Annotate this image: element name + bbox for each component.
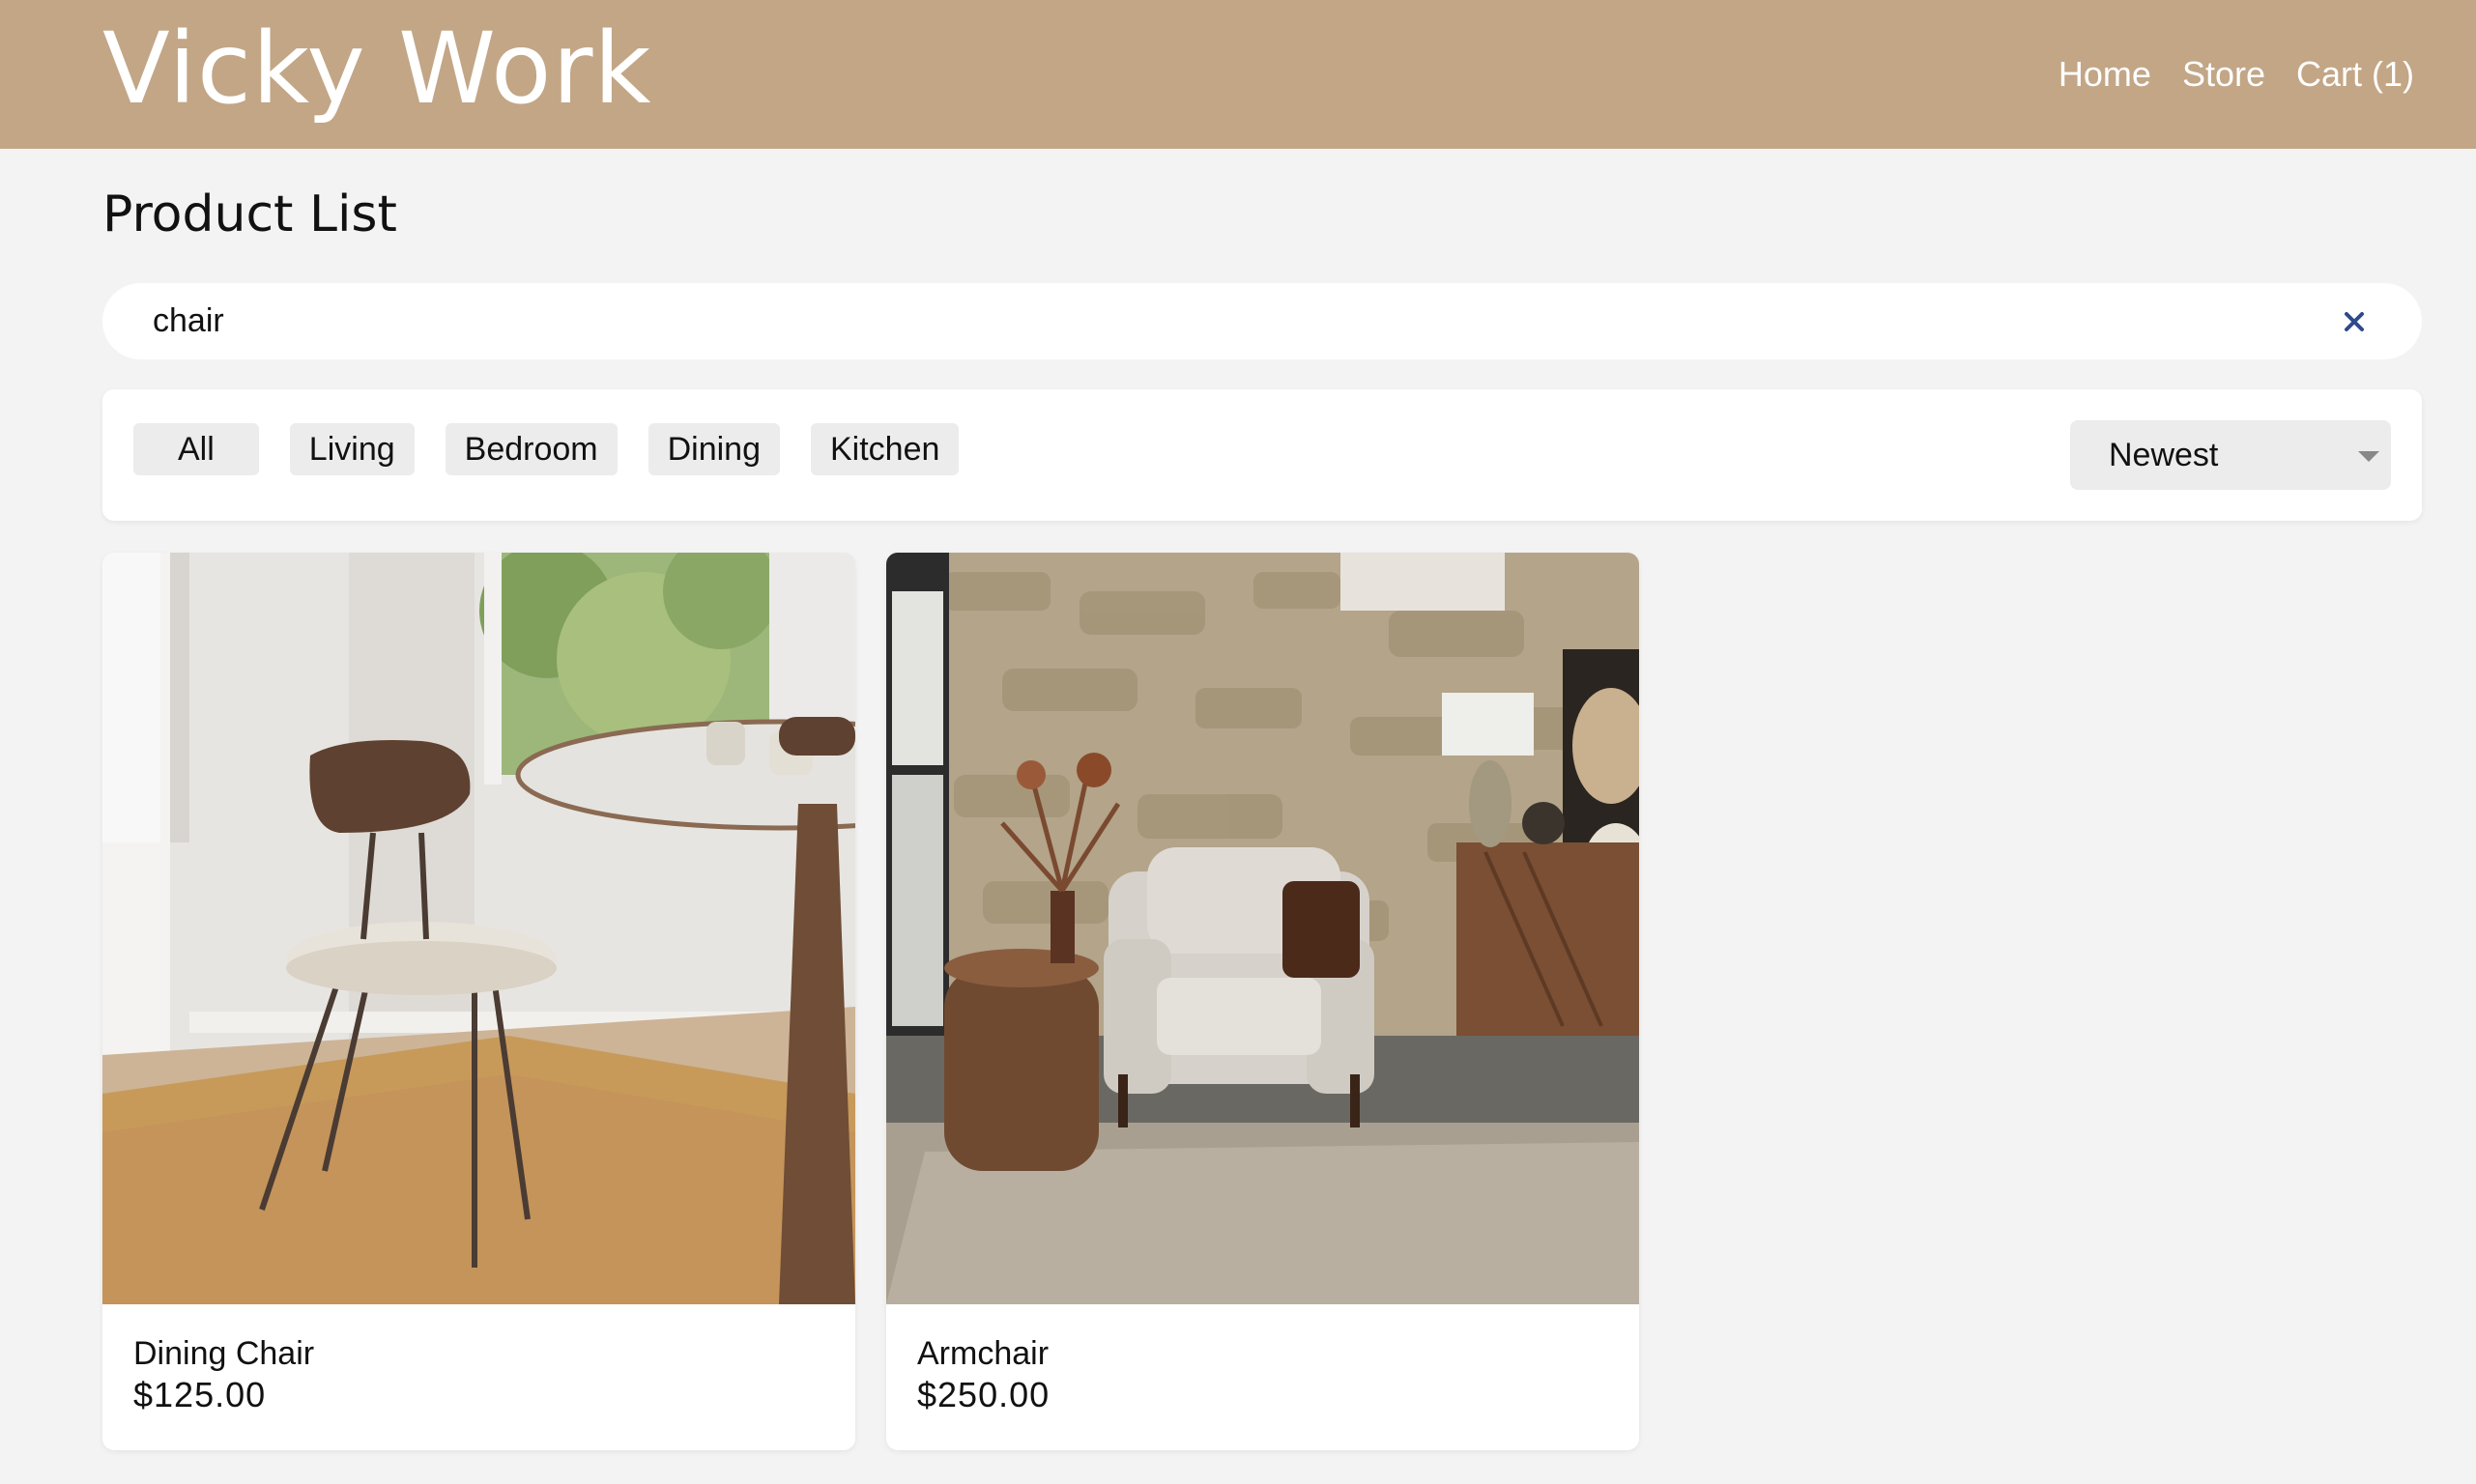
nav-cart-link[interactable]: Cart (1)	[2296, 54, 2414, 95]
category-chip-kitchen[interactable]: Kitchen	[811, 423, 960, 475]
search-input[interactable]	[153, 292, 2335, 351]
category-chip-living[interactable]: Living	[289, 423, 415, 475]
category-chip-bedroom[interactable]: Bedroom	[445, 423, 618, 475]
main-nav: Home Store Cart (1)	[2059, 54, 2414, 95]
armchair-photo	[886, 553, 1639, 1304]
nav-home-link[interactable]: Home	[2059, 54, 2151, 95]
product-card[interactable]: Armchair $250.00	[886, 553, 1639, 1450]
product-name: Armchair	[917, 1335, 1050, 1372]
search-bar	[102, 283, 2422, 359]
product-grid: Dining Chair $125.00 Armchair $250.00	[102, 553, 1639, 1450]
product-name: Dining Chair	[133, 1335, 315, 1372]
dining-chair-photo	[102, 553, 855, 1304]
category-chip-all[interactable]: All	[133, 423, 259, 475]
product-price: $125.00	[133, 1375, 267, 1414]
product-price: $250.00	[917, 1375, 1051, 1414]
filter-bar: All Living Bedroom Dining Kitchen Newest	[102, 389, 2422, 521]
product-card[interactable]: Dining Chair $125.00	[102, 553, 855, 1450]
brand-logo[interactable]: Vicky Work	[102, 20, 651, 119]
nav-store-link[interactable]: Store	[2182, 54, 2265, 95]
product-card-body: Dining Chair $125.00	[102, 1304, 855, 1416]
close-icon	[2345, 311, 2364, 331]
category-chip-dining[interactable]: Dining	[648, 423, 780, 475]
clear-search-button[interactable]	[2335, 302, 2374, 341]
sort-select-value: Newest	[2109, 436, 2219, 473]
page-title: Product List	[102, 186, 397, 243]
sort-select[interactable]: Newest	[2070, 420, 2391, 490]
product-card-body: Armchair $250.00	[886, 1304, 1639, 1416]
category-filter-group: All Living Bedroom Dining Kitchen	[133, 423, 960, 475]
chevron-down-icon	[2358, 451, 2379, 462]
site-header: Vicky Work Home Store Cart (1)	[0, 0, 2476, 149]
